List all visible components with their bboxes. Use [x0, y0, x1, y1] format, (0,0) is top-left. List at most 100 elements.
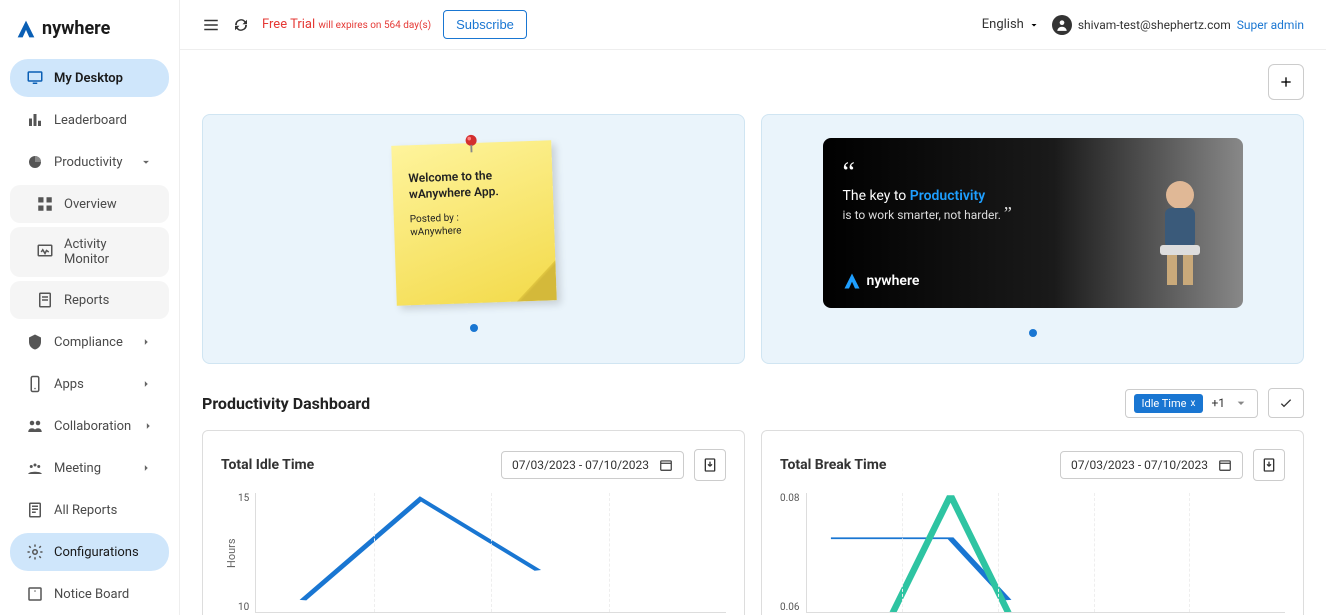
content-area: Welcome to the wAnywhere App. Posted by …: [180, 50, 1326, 615]
avatar: [1052, 15, 1072, 35]
banner-person-image: [1135, 170, 1225, 290]
date-range-picker[interactable]: 07/03/2023 - 07/10/2023: [501, 451, 684, 479]
filter-select[interactable]: Idle Time x +1: [1125, 389, 1258, 418]
gear-icon: [26, 543, 44, 561]
chevron-down-icon: [1028, 19, 1040, 31]
compliance-icon: [26, 333, 44, 351]
topbar: Free Trial will expires on 564 day(s) Su…: [180, 0, 1326, 50]
note-posted-label: Posted by :: [409, 209, 537, 224]
sidebar-item-meeting[interactable]: Meeting: [10, 449, 169, 487]
ytick: 0.06: [780, 602, 800, 613]
chart-yticks: 15 10: [238, 493, 255, 613]
chevron-down-icon: [1233, 395, 1249, 411]
sidebar-item-leaderboard[interactable]: Leaderboard: [10, 101, 169, 139]
date-range-picker[interactable]: 07/03/2023 - 07/10/2023: [1060, 451, 1243, 479]
chevron-down-icon: [139, 155, 153, 169]
dashboard-title: Productivity Dashboard: [202, 394, 1125, 413]
download-button[interactable]: [694, 449, 726, 481]
filter-chip-label: Idle Time: [1142, 397, 1187, 410]
download-icon: [702, 457, 718, 473]
banner-card: “ The key to Productivity is to work sma…: [761, 114, 1304, 364]
leaderboard-icon: [26, 111, 44, 129]
carousel-dot[interactable]: [470, 324, 478, 332]
banner-highlight: Productivity: [910, 188, 985, 204]
note-posted-by: wAnywhere: [410, 222, 538, 237]
apply-filter-button[interactable]: [1268, 388, 1304, 418]
sidebar-item-my-desktop[interactable]: My Desktop: [10, 59, 169, 97]
calendar-icon: [1218, 458, 1232, 472]
sidebar-item-label: Meeting: [54, 461, 101, 476]
reports-icon: [36, 291, 54, 309]
trial-sub: will expires on 564 day(s): [318, 20, 431, 31]
sidebar-item-label: All Reports: [54, 503, 117, 518]
chevron-right-icon: [141, 419, 155, 433]
sticky-note-card: Welcome to the wAnywhere App. Posted by …: [202, 114, 745, 364]
sidebar: nywhere My Desktop Leaderboard Productiv…: [0, 0, 180, 615]
sidebar-item-activity-monitor[interactable]: Activity Monitor: [10, 227, 169, 277]
user-profile[interactable]: shivam-test@shephertz.com Super admin: [1052, 15, 1304, 35]
refresh-icon[interactable]: [232, 16, 250, 34]
chevron-right-icon: [139, 335, 153, 349]
sidebar-item-label: Apps: [54, 377, 84, 392]
sidebar-item-configurations[interactable]: Configurations: [10, 533, 169, 571]
sidebar-item-productivity[interactable]: Productivity: [10, 143, 169, 181]
sidebar-item-label: Productivity: [54, 155, 122, 170]
chart-yticks: 0.08 0.06: [780, 493, 806, 613]
logo-icon: [843, 272, 861, 290]
chart-plot: [255, 493, 726, 613]
pin-icon: [459, 132, 482, 155]
sidebar-item-label: Reports: [64, 293, 109, 308]
sidebar-item-apps[interactable]: Apps: [10, 365, 169, 403]
all-reports-icon: [26, 501, 44, 519]
sidebar-item-label: Leaderboard: [54, 113, 127, 128]
download-button[interactable]: [1253, 449, 1285, 481]
add-widget-button[interactable]: [1268, 64, 1304, 100]
banner: “ The key to Productivity is to work sma…: [823, 138, 1243, 308]
chart-title: Total Idle Time: [221, 457, 491, 473]
sidebar-item-all-reports[interactable]: All Reports: [10, 491, 169, 529]
sidebar-item-label: Configurations: [54, 545, 139, 560]
chart-card-idle-time: Total Idle Time 07/03/2023 - 07/10/2023 …: [202, 430, 745, 615]
brand-text: nywhere: [42, 18, 110, 39]
plus-icon: [1278, 74, 1294, 90]
chart-title: Total Break Time: [780, 457, 1050, 473]
date-range-text: 07/03/2023 - 07/10/2023: [1071, 458, 1208, 472]
user-email: shivam-test@shephertz.com: [1078, 18, 1231, 32]
sidebar-item-label: Notice Board: [54, 587, 129, 602]
subscribe-button[interactable]: Subscribe: [443, 10, 527, 39]
filter-chip[interactable]: Idle Time x: [1134, 394, 1204, 413]
trial-label: Free Trial: [262, 17, 315, 32]
sidebar-item-notice-board[interactable]: Notice Board: [10, 575, 169, 613]
apps-icon: [26, 375, 44, 393]
download-icon: [1261, 457, 1277, 473]
trial-status: Free Trial will expires on 564 day(s): [262, 17, 431, 32]
check-icon: [1278, 395, 1294, 411]
date-range-text: 07/03/2023 - 07/10/2023: [512, 458, 649, 472]
banner-brand: nywhere: [843, 272, 920, 290]
sidebar-item-label: Activity Monitor: [64, 237, 153, 267]
notice-icon: [26, 585, 44, 603]
banner-line1-pre: The key to: [843, 188, 910, 204]
productivity-icon: [26, 153, 44, 171]
brand-logo: nywhere: [0, 8, 179, 55]
chevron-right-icon: [139, 461, 153, 475]
filter-extra-count: +1: [1211, 396, 1225, 410]
meeting-icon: [26, 459, 44, 477]
logo-icon: [16, 19, 36, 39]
overview-icon: [36, 195, 54, 213]
sidebar-item-compliance[interactable]: Compliance: [10, 323, 169, 361]
sticky-note: Welcome to the wAnywhere App. Posted by …: [391, 140, 556, 305]
sidebar-item-reports[interactable]: Reports: [10, 281, 169, 319]
note-title: Welcome to the wAnywhere App.: [408, 166, 537, 202]
language-label: English: [982, 17, 1024, 32]
sidebar-item-overview[interactable]: Overview: [10, 185, 169, 223]
sidebar-item-collaboration[interactable]: Collaboration: [10, 407, 169, 445]
sidebar-item-label: Collaboration: [54, 419, 131, 434]
chip-remove-icon[interactable]: x: [1190, 398, 1195, 409]
menu-icon[interactable]: [202, 16, 220, 34]
collaboration-icon: [26, 417, 44, 435]
ytick: 15: [238, 493, 249, 504]
carousel-dot[interactable]: [1029, 329, 1037, 337]
language-select[interactable]: English: [982, 17, 1040, 32]
activity-icon: [36, 243, 54, 261]
